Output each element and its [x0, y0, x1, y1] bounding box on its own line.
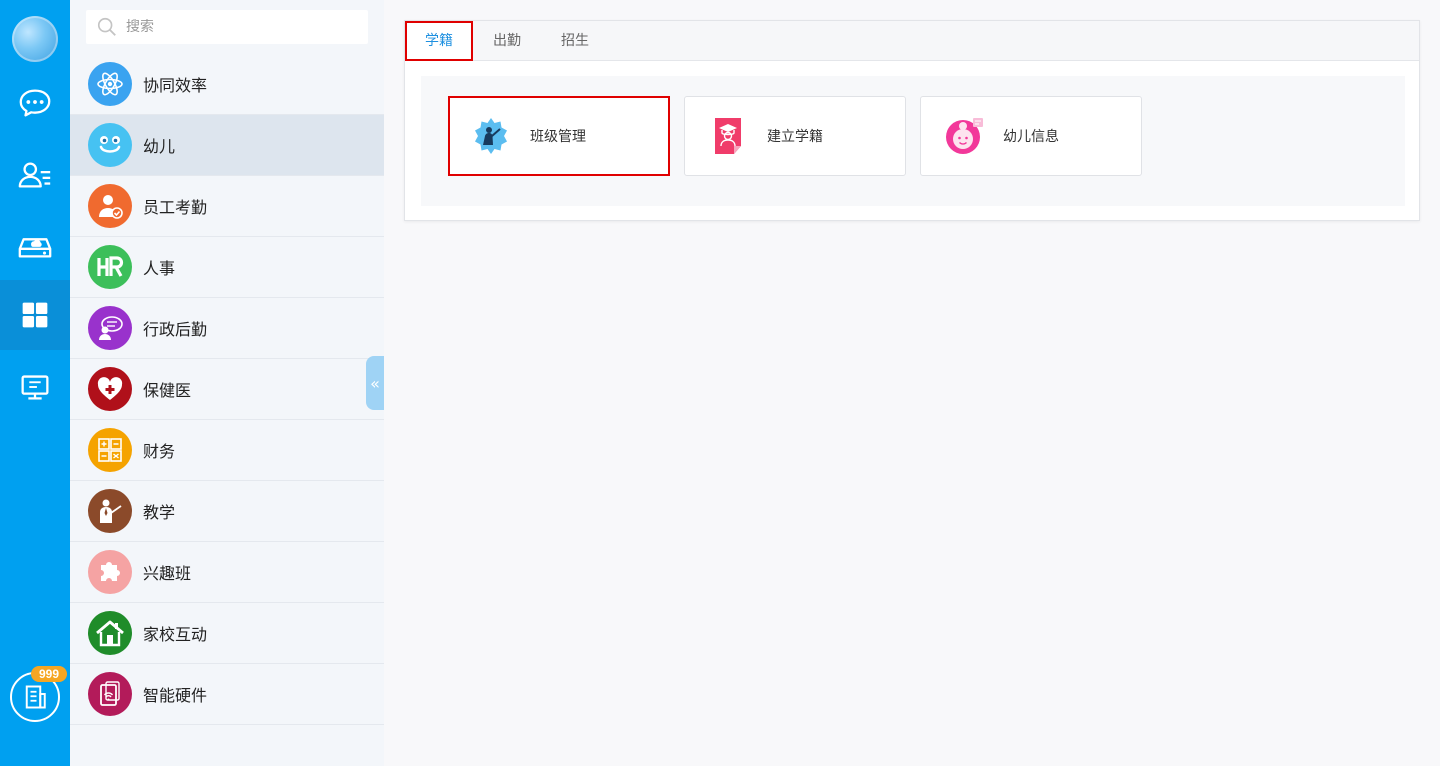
tab-content: 班级管理 建立学籍 幼儿信息	[421, 76, 1405, 206]
chat-icon	[19, 89, 51, 117]
admin-icon	[88, 306, 132, 350]
sidebar-item-attendance[interactable]: 员工考勤	[70, 176, 384, 237]
tab-student-records[interactable]: 学籍	[405, 21, 473, 61]
sidebar-item-health[interactable]: 保健医	[70, 359, 384, 420]
house-icon	[88, 611, 132, 655]
contacts-button[interactable]	[0, 140, 70, 210]
left-rail: 999	[0, 0, 70, 766]
monitor-button[interactable]	[0, 352, 70, 422]
sidebar-item-label: 人事	[143, 259, 176, 278]
smiley-icon	[88, 123, 132, 167]
search-input[interactable]	[126, 19, 356, 35]
sidebar-item-label: 财务	[143, 442, 176, 461]
smart-device-icon	[88, 672, 132, 716]
contacts-icon	[18, 162, 51, 188]
sidebar-item-label: 协同效率	[143, 76, 208, 95]
chat-button[interactable]	[0, 68, 70, 138]
module-menu: 协同效率 幼儿 员工考勤 人事 行政后勤 保健医 财务 教学 兴趣班 家校互动 …	[70, 54, 384, 725]
content-panel: 学籍 出勤 招生 班级管理 建立学籍 幼儿信息	[404, 20, 1420, 221]
sidebar-item-label: 智能硬件	[143, 686, 208, 705]
notification-badge: 999	[31, 666, 67, 682]
calculator-icon	[88, 428, 132, 472]
sidebar-item-label: 兴趣班	[143, 564, 192, 583]
sidebar-item-home-school[interactable]: 家校互动	[70, 603, 384, 664]
search-icon	[97, 17, 116, 36]
tab-enrollment[interactable]: 招生	[541, 21, 609, 61]
sidebar-item-label: 幼儿	[143, 137, 176, 156]
double-chevron-left-icon: «	[370, 373, 380, 393]
card-class-management[interactable]: 班级管理	[448, 96, 670, 176]
card-create-student-record[interactable]: 建立学籍	[684, 96, 906, 176]
card-label: 班级管理	[530, 129, 586, 145]
apps-grid-icon	[22, 302, 48, 328]
sidebar-item-collaboration[interactable]: 协同效率	[70, 54, 384, 115]
card-label: 幼儿信息	[1003, 129, 1059, 145]
atom-icon	[88, 62, 132, 106]
employee-check-icon	[88, 184, 132, 228]
child-info-icon	[943, 115, 985, 157]
student-record-icon	[707, 115, 749, 157]
teacher-icon	[88, 489, 132, 533]
tab-attendance[interactable]: 出勤	[473, 21, 541, 61]
sidebar: 协同效率 幼儿 员工考勤	[70, 0, 384, 766]
collapse-sidebar-button[interactable]: «	[366, 356, 384, 410]
card-child-info[interactable]: 幼儿信息	[920, 96, 1142, 176]
sidebar-item-label: 行政后勤	[143, 320, 208, 339]
sidebar-item-admin[interactable]: 行政后勤	[70, 298, 384, 359]
class-gear-icon	[470, 115, 512, 157]
sidebar-item-label: 教学	[143, 503, 176, 522]
sidebar-item-label: 家校互动	[143, 625, 208, 644]
search-box[interactable]	[86, 10, 368, 44]
health-heart-icon	[88, 367, 132, 411]
card-label: 建立学籍	[767, 129, 823, 145]
apps-button[interactable]	[0, 280, 70, 350]
sidebar-item-teaching[interactable]: 教学	[70, 481, 384, 542]
cloud-drive-button[interactable]	[0, 210, 70, 280]
building-icon	[25, 685, 46, 709]
sidebar-item-smart-hardware[interactable]: 智能硬件	[70, 664, 384, 725]
sidebar-item-children[interactable]: 幼儿	[70, 115, 384, 176]
monitor-icon	[21, 375, 49, 400]
sidebar-item-hr[interactable]: 人事	[70, 237, 384, 298]
puzzle-icon	[88, 550, 132, 594]
sidebar-item-interest-class[interactable]: 兴趣班	[70, 542, 384, 603]
sidebar-item-label: 保健医	[143, 381, 192, 400]
cloud-drive-icon	[18, 238, 52, 258]
tab-bar: 学籍 出勤 招生	[405, 21, 1419, 61]
hr-icon	[88, 245, 132, 289]
sidebar-item-finance[interactable]: 财务	[70, 420, 384, 481]
avatar[interactable]	[12, 16, 58, 62]
sidebar-item-label: 员工考勤	[143, 198, 208, 217]
